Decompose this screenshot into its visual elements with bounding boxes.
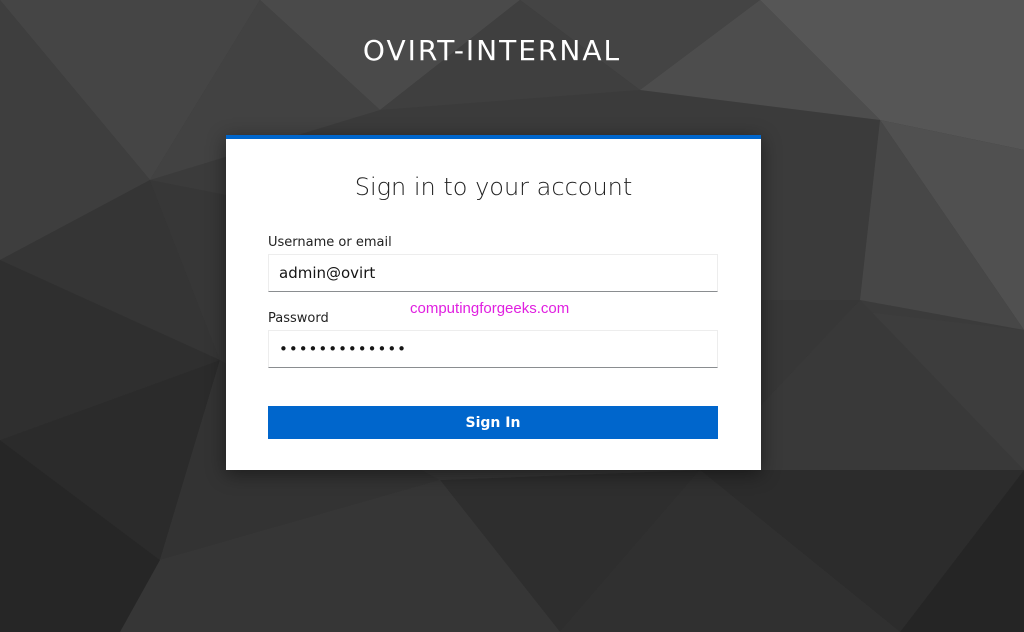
username-label: Username or email: [268, 235, 392, 250]
username-input[interactable]: [268, 254, 718, 292]
password-input[interactable]: [268, 330, 718, 368]
sign-in-button[interactable]: Sign In: [268, 406, 718, 439]
password-label: Password: [268, 311, 329, 326]
realm-title: OVIRT-INTERNAL: [362, 34, 622, 67]
login-heading: Sign in to your account: [354, 173, 633, 201]
watermark-text: computingforgeeks.com: [410, 300, 570, 317]
